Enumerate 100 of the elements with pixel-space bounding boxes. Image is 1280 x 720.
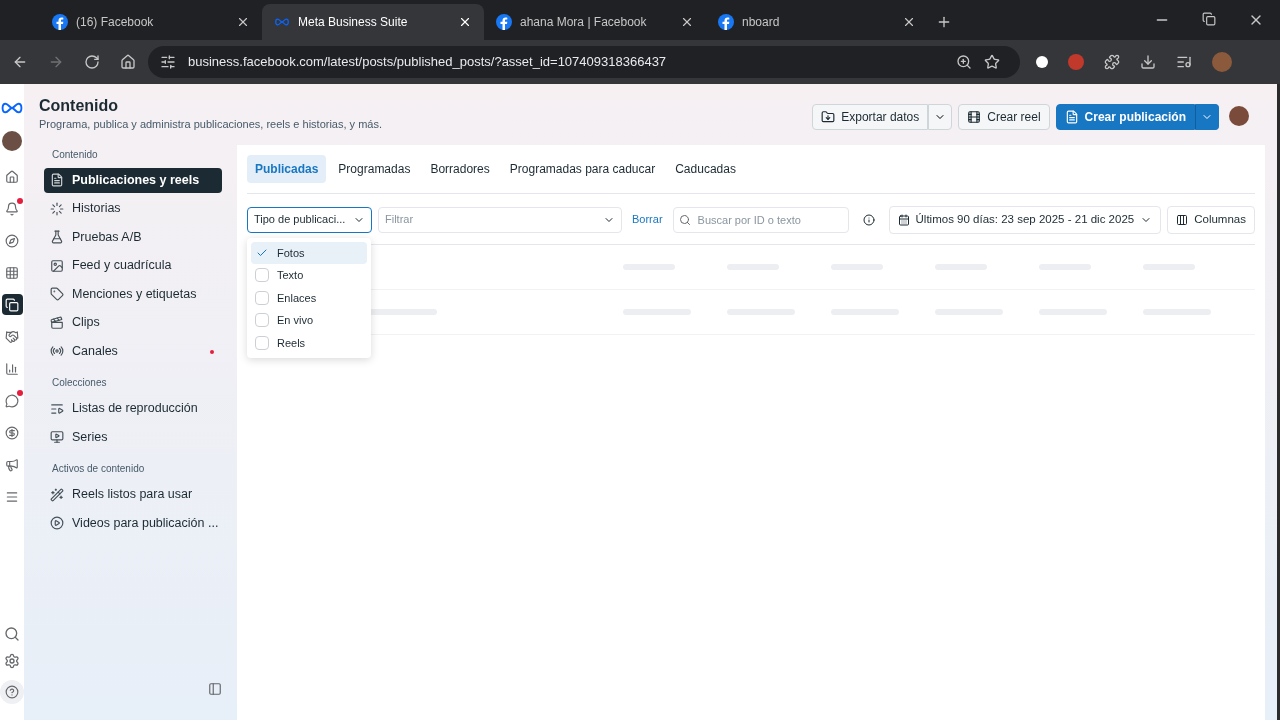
zoom-icon[interactable] <box>956 54 972 70</box>
sidebar-item[interactable]: Publicaciones y reels <box>44 167 222 193</box>
clear-link[interactable]: Borrar <box>628 211 667 228</box>
post-type-select[interactable]: Tipo de publicaci... <box>247 206 372 233</box>
help-icon <box>5 685 19 699</box>
tab-title: nboard <box>742 14 781 31</box>
sidebar-item[interactable]: Menciones y etiquetas <box>44 281 222 307</box>
close-icon[interactable] <box>902 15 916 29</box>
flask-icon <box>50 230 64 244</box>
profile-avatar[interactable] <box>1229 106 1249 126</box>
chat-icon <box>5 393 19 408</box>
compass-icon <box>5 233 19 248</box>
sidebar-item[interactable]: Clips <box>44 310 222 335</box>
new-tab-icon[interactable] <box>936 14 952 30</box>
avatar[interactable] <box>2 131 22 151</box>
menu-option[interactable]: En vivo <box>251 309 367 332</box>
sidebar-item[interactable]: Historias <box>44 196 222 221</box>
pages-icon <box>5 297 19 312</box>
date-range-select[interactable]: Últimos 90 días: 23 sep 2025 - 21 dic 2025 <box>888 205 1162 234</box>
browser-tab[interactable]: ahana Mora | Facebook <box>484 4 706 40</box>
browser-tab[interactable]: Meta Business Suite <box>262 4 484 40</box>
screen-icon <box>50 430 64 444</box>
checkbox[interactable] <box>255 313 269 328</box>
puzzle-icon[interactable] <box>1104 54 1120 70</box>
search-field[interactable]: Buscar por ID o texto <box>672 206 849 233</box>
content-tab[interactable]: Programadas para caducar <box>501 154 664 183</box>
settings-icon[interactable] <box>4 653 20 669</box>
home-icon[interactable] <box>120 54 136 70</box>
columns-button[interactable]: Columnas <box>1167 205 1255 234</box>
content-tab[interactable]: Borradores <box>422 154 498 183</box>
dashed-circle-icon <box>50 201 64 216</box>
help-button[interactable] <box>0 680 24 704</box>
download-icon[interactable] <box>1140 54 1156 70</box>
folder-icon <box>821 110 836 124</box>
section-heading: Contenido <box>51 147 99 162</box>
section-heading: Colecciones <box>51 376 108 390</box>
section-heading: Activos de contenido <box>51 462 146 476</box>
bell-icon <box>5 201 19 216</box>
collapse-panel-icon[interactable] <box>208 682 222 696</box>
close-icon[interactable] <box>680 15 694 29</box>
close-icon[interactable] <box>236 15 250 29</box>
sidebar-item[interactable]: Videos para publicación ... <box>44 510 222 536</box>
browser-tab[interactable]: nboard <box>706 4 928 40</box>
handshake-icon <box>5 329 19 344</box>
page-title: Contenido <box>39 96 120 116</box>
menu-option[interactable]: Reels <box>251 331 367 354</box>
url-text: business.facebook.com/latest/posts/published_posts/?asset_id=107409318366437 <box>188 53 668 72</box>
infinity-logo-icon <box>274 16 290 28</box>
action-button[interactable]: Crear publicación <box>1055 104 1195 130</box>
sidebar-item[interactable]: Listas de reproducción <box>44 396 222 421</box>
grid-icon <box>5 265 19 280</box>
search-icon <box>678 213 691 226</box>
rail-button[interactable] <box>1 294 23 315</box>
site-settings-icon[interactable] <box>160 54 176 70</box>
menu-option[interactable]: Texto <box>251 264 367 287</box>
playlist-icon <box>50 401 64 416</box>
tab-title: ahana Mora | Facebook <box>520 14 648 31</box>
back-icon[interactable] <box>12 54 28 70</box>
page-subtitle: Programa, publica y administra publicaciones, reels e historias, y más. <box>39 117 383 132</box>
extension-icon[interactable] <box>1036 56 1048 68</box>
content-tab[interactable]: Programadas <box>330 154 419 183</box>
sidebar-item[interactable]: Series <box>44 424 222 450</box>
document-icon <box>50 173 64 187</box>
media-icon[interactable] <box>1176 54 1192 70</box>
tab-title: Meta Business Suite <box>298 14 409 31</box>
close-icon[interactable] <box>458 15 472 29</box>
menu-icon <box>5 489 19 504</box>
info-icon[interactable] <box>862 213 875 226</box>
checkbox[interactable] <box>255 335 269 350</box>
play-icon <box>50 516 64 530</box>
address-bar[interactable]: business.facebook.com/latest/posts/published_posts/?asset_id=107409318366437 <box>148 46 1020 78</box>
facebook-logo-icon <box>496 14 512 30</box>
restore-icon[interactable] <box>1202 12 1216 26</box>
document-icon <box>1064 110 1079 124</box>
reload-icon[interactable] <box>84 54 100 70</box>
film-icon <box>967 110 982 124</box>
dropdown-button[interactable] <box>1195 104 1219 130</box>
facebook-logo-icon <box>52 14 68 30</box>
sidebar-item[interactable]: Pruebas A/B <box>44 224 222 250</box>
menu-option[interactable]: Fotos <box>251 241 367 264</box>
bar-chart-icon <box>5 361 19 376</box>
home-icon <box>5 169 19 184</box>
sidebar-item[interactable]: Canales <box>44 338 222 364</box>
checkbox[interactable] <box>255 290 269 305</box>
tab-title: (16) Facebook <box>76 14 155 31</box>
menu-option[interactable]: Enlaces <box>251 286 367 309</box>
calendar-icon <box>897 213 910 226</box>
checkbox[interactable] <box>255 268 269 283</box>
action-button[interactable]: Crear reel <box>958 104 1050 130</box>
columns-icon <box>1176 213 1189 226</box>
content-tab[interactable]: Publicadas <box>247 154 327 183</box>
bookmark-star-icon[interactable] <box>984 54 1000 70</box>
clapperboard-icon <box>50 315 64 330</box>
content-tab[interactable]: Caducadas <box>667 154 744 183</box>
sidebar-item[interactable]: Feed y cuadrícula <box>44 253 222 278</box>
search-icon[interactable] <box>4 626 20 642</box>
action-button[interactable]: Exportar datos <box>812 104 929 130</box>
radio-icon <box>50 344 64 358</box>
browser-tab[interactable]: (16) Facebook <box>40 4 262 40</box>
sidebar-item[interactable]: Reels listos para usar <box>44 482 222 507</box>
